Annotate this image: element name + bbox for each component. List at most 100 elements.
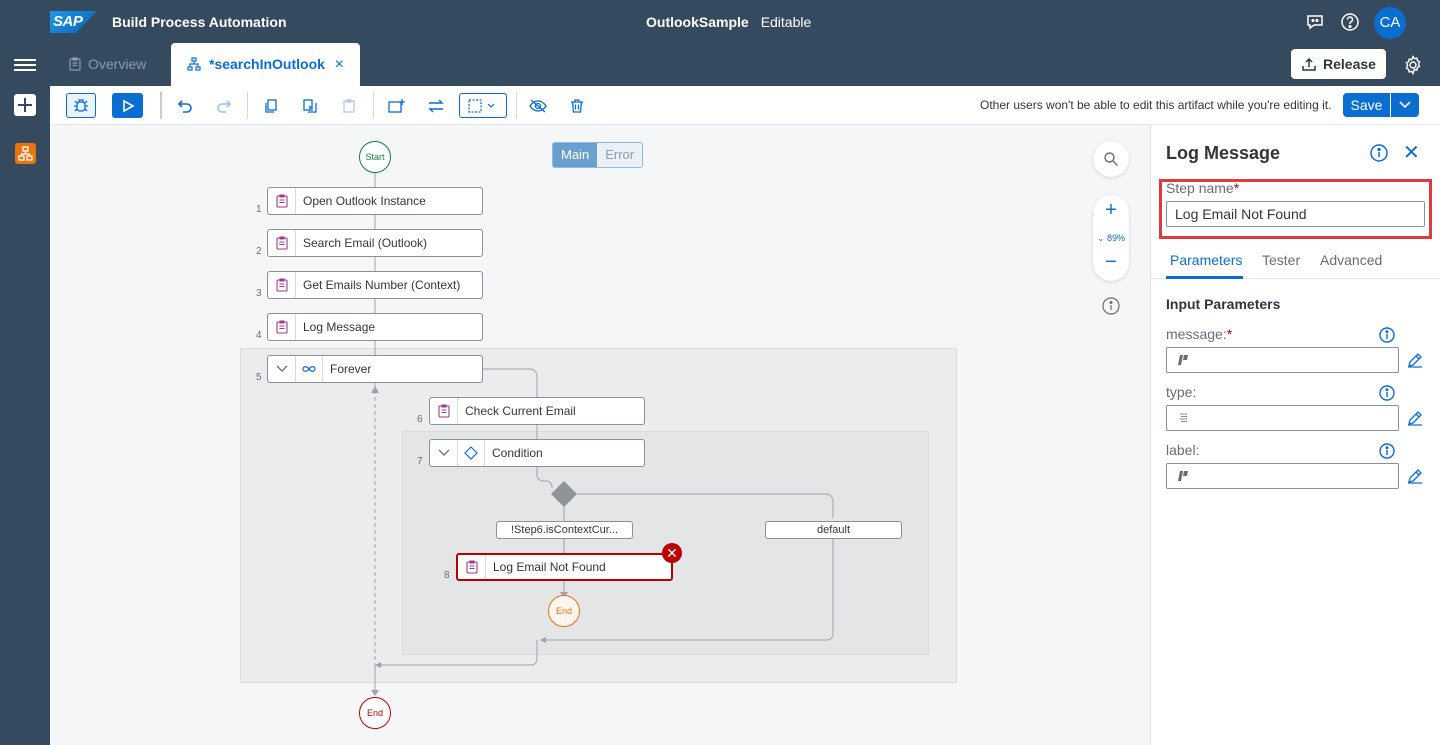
formula-icon [1178,471,1188,481]
error-icon[interactable]: ✕ [662,543,682,563]
swap-icon[interactable] [422,93,450,118]
info-icon[interactable] [1379,327,1395,343]
close-tab-icon[interactable]: × [335,43,344,86]
search-icon[interactable] [1093,141,1129,177]
undo-icon[interactable] [171,93,199,118]
hide-icon[interactable] [524,93,552,118]
tab-searchinoutlook[interactable]: *searchInOutlook × [171,43,360,86]
tab-parameters[interactable]: Parameters [1170,252,1242,268]
branch-default-label[interactable]: default [765,521,902,539]
add-icon[interactable] [14,94,36,116]
user-avatar[interactable]: CA [1374,7,1406,39]
flow-connectors [371,173,834,696]
zoom-level[interactable]: ⌄ 89% [1093,233,1129,244]
param-type-input[interactable] [1166,405,1399,431]
step-name-label: Step name* [1166,180,1239,196]
paste-icon[interactable] [335,93,363,118]
collapse-chevron-icon[interactable] [430,440,458,466]
param-message-label: message:* [1166,326,1232,342]
required-mark: * [1226,326,1233,342]
step-label: Log Message [303,320,376,334]
branch-condition-label[interactable]: !Step6.isContextCur... [496,521,633,539]
collapse-chevron-icon[interactable] [268,356,296,382]
release-button[interactable]: Release [1291,49,1386,79]
properties-panel: Log Message ✕ Step name* Log Email Not F… [1150,125,1440,745]
edit-pen-icon[interactable] [1407,468,1423,484]
step-condition[interactable]: Condition [429,439,645,467]
info-icon[interactable] [1379,385,1395,401]
formula-icon [1178,355,1188,365]
save-options-chevron-icon[interactable] [1391,93,1419,117]
settings-gear-icon[interactable] [1403,55,1423,75]
param-message-input[interactable] [1166,347,1399,373]
step-log-message[interactable]: Log Message [267,313,483,341]
step-name-label-text: Step name [1166,180,1234,196]
end-node[interactable]: End [359,697,391,729]
step-label: Check Current Email [465,404,576,418]
step-log-email-not-found[interactable]: Log Email Not Found [456,553,673,581]
step-search-email[interactable]: Search Email (Outlook) [267,229,483,257]
project-name: OutlookSample [646,14,749,30]
save-button[interactable]: Save [1343,93,1390,117]
main-error-toggle[interactable]: Main Error [552,142,644,168]
project-state: Editable [760,14,812,30]
step-label: Search Email (Outlook) [303,236,428,250]
edit-pen-icon[interactable] [1407,410,1423,426]
condition-gateway[interactable] [551,481,577,507]
run-icon[interactable] [112,93,143,118]
info-icon[interactable] [1379,443,1395,459]
info-icon[interactable] [1102,297,1120,315]
segment-main[interactable]: Main [553,143,598,167]
activity-icon [268,230,296,256]
feedback-icon[interactable] [1305,12,1325,32]
process-canvas[interactable]: Main Error Start 1 Open Outlook Instance… [50,125,1199,745]
step-check-current-email[interactable]: Check Current Email [429,397,645,425]
tab-tester[interactable]: Tester [1262,252,1300,268]
clipboard-icon [69,57,81,71]
duplicate-icon[interactable] [296,93,324,118]
zoom-out-button[interactable]: − [1093,251,1129,274]
redo-icon[interactable] [210,93,238,118]
hamburger-menu-icon[interactable] [14,56,36,74]
step-number: 4 [256,330,262,341]
editor-toolbar: Other users won't be able to edit this a… [50,86,1440,125]
release-label: Release [1323,56,1376,72]
shell-bar: SAP Build Process Automation OutlookSamp… [0,0,1440,86]
start-node[interactable]: Start [359,141,391,173]
inner-end-node[interactable]: End [548,595,580,627]
step-number: 2 [256,246,262,257]
list-icon [1180,413,1187,422]
tab-advanced[interactable]: Advanced [1320,252,1382,268]
input-parameters-heading: Input Parameters [1166,296,1281,312]
process-artifact-icon[interactable] [15,143,36,164]
step-name-input[interactable]: Log Email Not Found [1166,201,1425,227]
left-rail [0,86,50,745]
step-get-emails-number[interactable]: Get Emails Number (Context) [267,271,483,299]
activity-icon [430,398,458,424]
help-icon[interactable] [1340,12,1360,32]
loop-icon [296,356,323,382]
close-panel-icon[interactable]: ✕ [1403,140,1420,165]
sap-logo-text: SAP [53,13,83,30]
lock-note: Other users won't be able to edit this a… [980,98,1332,112]
param-label-input[interactable] [1166,463,1399,489]
step-number: 5 [256,372,262,383]
debug-icon[interactable] [66,93,96,118]
zoom-in-button[interactable]: + [1093,199,1129,222]
required-mark: * [1233,180,1240,196]
tab-overview[interactable]: Overview [58,43,168,86]
step-open-outlook-instance[interactable]: Open Outlook Instance [267,187,483,215]
delete-icon[interactable] [563,93,591,118]
activity-icon [458,555,486,579]
info-icon[interactable] [1370,144,1388,162]
selection-mode-dropdown[interactable] [459,93,507,118]
step-forever-loop[interactable]: Forever [267,355,483,383]
segment-error[interactable]: Error [597,143,643,167]
param-label-label: label: [1166,442,1200,458]
zoom-control: + ⌄ 89% − [1093,195,1129,281]
add-step-icon[interactable] [383,93,411,118]
sap-logo[interactable]: SAP [50,11,97,33]
copy-icon[interactable] [257,93,285,118]
panel-tabs: Parameters Tester Advanced [1151,245,1440,279]
edit-pen-icon[interactable] [1407,352,1423,368]
